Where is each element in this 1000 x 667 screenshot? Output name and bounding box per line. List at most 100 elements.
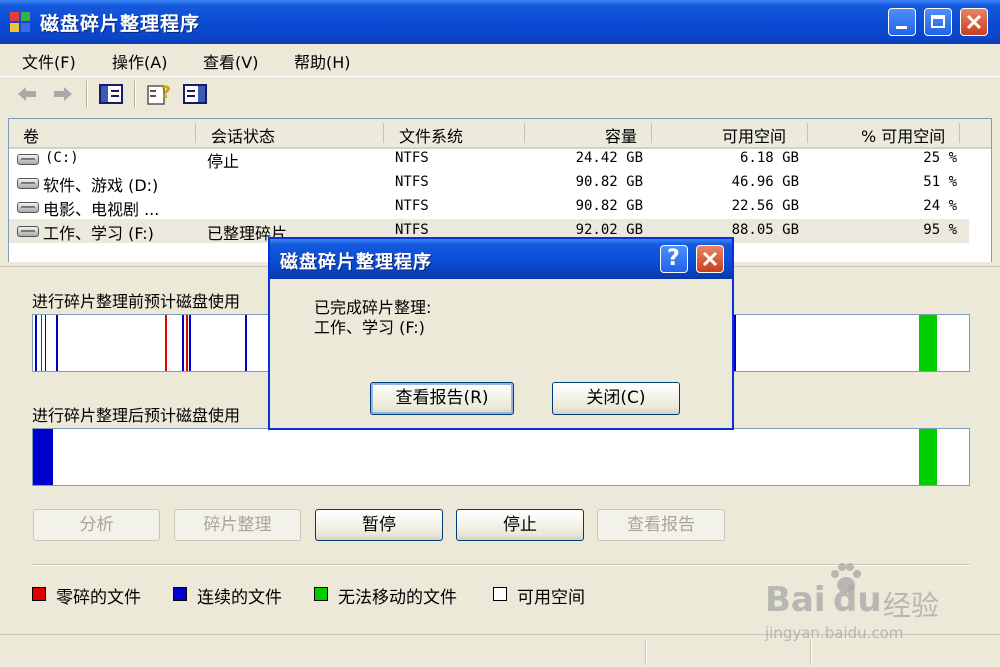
dialog-close-button[interactable] <box>696 245 724 273</box>
defragment-button[interactable]: 碎片整理 <box>174 509 301 541</box>
svg-text:?: ? <box>161 83 171 103</box>
percent-free: 51 % <box>923 174 957 190</box>
help-icon[interactable]: ? <box>146 81 172 107</box>
hard-drive-icon <box>17 154 39 165</box>
stop-button[interactable]: 停止 <box>456 509 584 541</box>
file-system: NTFS <box>395 222 429 238</box>
column-header-file-system[interactable]: 文件系统 <box>399 123 463 147</box>
fragmented-file-mark <box>186 315 188 371</box>
percent-free: 25 % <box>923 150 957 166</box>
column-header-volume[interactable]: 卷 <box>23 123 39 147</box>
hard-drive-icon <box>17 178 39 189</box>
dialog-view-report-button[interactable]: 查看报告(R) <box>370 382 514 415</box>
volume-list-header: 卷 会话状态 文件系统 容量 可用空间 % 可用空间 <box>9 119 991 149</box>
window-title: 磁盘碎片整理程序 <box>40 13 201 35</box>
legend-label-fragmented: 零碎的文件 <box>56 588 141 608</box>
maximize-button[interactable] <box>924 8 952 36</box>
column-header-free-space[interactable]: 可用空间 <box>722 123 786 147</box>
dialog-help-button[interactable]: ? <box>660 245 688 273</box>
toolbar-separator <box>86 81 88 107</box>
volume-name: 电影、电视剧 ... <box>43 200 160 219</box>
status-bar-divider <box>645 639 647 665</box>
percent-free: 24 % <box>923 198 957 214</box>
fragmented-file-mark <box>41 315 42 371</box>
volume-name: 软件、游戏 (D:) <box>43 176 159 195</box>
column-divider[interactable] <box>651 123 652 143</box>
percent-free: 95 % <box>923 222 957 238</box>
free-space: 6.18 GB <box>739 150 799 166</box>
properties-pane-icon[interactable] <box>182 81 208 107</box>
column-divider[interactable] <box>959 123 960 143</box>
legend-swatch-contiguous <box>173 587 187 601</box>
contiguous-file-mark <box>33 429 53 485</box>
legend-label-unmovable: 无法移动的文件 <box>338 588 457 608</box>
contiguous-file-mark <box>182 315 184 371</box>
file-system: NTFS <box>395 198 429 214</box>
free-space: 88.05 GB <box>731 222 799 238</box>
free-space: 22.56 GB <box>731 198 799 214</box>
legend-swatch-unmovable <box>314 587 328 601</box>
column-divider[interactable] <box>195 123 196 143</box>
menu-bar: 文件(F) 操作(A) 查看(V) 帮助(H) <box>0 44 1000 74</box>
column-divider[interactable] <box>383 123 384 143</box>
defrag-window: 磁盘碎片整理程序 文件(F) 操作(A) 查看(V) 帮助(H) ? 卷 会话状… <box>0 0 1000 667</box>
before-map-label: 进行碎片整理前预计磁盘使用 <box>32 292 241 311</box>
watermark-brand-2: du <box>833 580 882 620</box>
back-arrow-icon[interactable] <box>14 81 40 107</box>
contiguous-file-mark <box>189 315 191 371</box>
volume-name: 工作、学习 (F:) <box>43 224 154 243</box>
question-mark-icon: ? <box>667 246 680 271</box>
capacity: 24.42 GB <box>575 150 643 166</box>
column-header-capacity[interactable]: 容量 <box>605 123 637 147</box>
volume-row-e[interactable]: 电影、电视剧 ... NTFS 90.82 GB 22.56 GB 24 % <box>9 195 969 219</box>
forward-arrow-icon[interactable] <box>50 81 76 107</box>
defrag-complete-dialog: 磁盘碎片整理程序 ? 已完成碎片整理: 工作、学习 (F:) 查看报告(R) 关… <box>268 237 734 430</box>
title-bar[interactable]: 磁盘碎片整理程序 <box>0 0 1000 44</box>
view-report-button[interactable]: 查看报告 <box>597 509 725 541</box>
legend-swatch-fragmented <box>32 587 46 601</box>
hard-drive-icon <box>17 226 39 237</box>
unmovable-file-mark <box>919 429 937 485</box>
column-header-session-status[interactable]: 会话状态 <box>211 123 275 147</box>
dialog-close-action-button[interactable]: 关闭(C) <box>552 382 680 415</box>
column-divider[interactable] <box>524 123 525 143</box>
defrag-app-icon <box>10 12 30 32</box>
column-header-percent-free[interactable]: % 可用空间 <box>861 123 945 147</box>
contiguous-file-mark <box>734 315 736 371</box>
menu-action[interactable]: 操作(A) <box>112 49 167 73</box>
volume-row-d[interactable]: 软件、游戏 (D:) NTFS 90.82 GB 46.96 GB 51 % <box>9 171 969 195</box>
contiguous-file-mark <box>35 315 37 371</box>
analyze-button[interactable]: 分析 <box>33 509 160 541</box>
capacity: 90.82 GB <box>575 198 643 214</box>
menu-help[interactable]: 帮助(H) <box>294 49 351 73</box>
dialog-message-line2: 工作、学习 (F:) <box>314 318 425 337</box>
watermark-suffix: 经验 <box>883 589 940 622</box>
menu-view[interactable]: 查看(V) <box>203 49 258 73</box>
file-system: NTFS <box>395 174 429 190</box>
after-map-label: 进行碎片整理后预计磁盘使用 <box>32 406 241 425</box>
show-hide-console-tree-icon[interactable] <box>98 81 124 107</box>
unmovable-file-mark <box>919 315 937 371</box>
minimize-icon <box>896 26 907 29</box>
maximize-icon <box>931 15 945 28</box>
fragmented-file-mark <box>165 315 167 371</box>
contiguous-file-mark <box>45 315 46 371</box>
legend-label-free-space: 可用空间 <box>517 588 585 608</box>
baidu-jingyan-watermark: Bai du 经验 jingyan.baidu.com <box>763 558 963 648</box>
toolbar-separator <box>134 81 136 107</box>
close-icon <box>702 251 718 267</box>
capacity: 92.02 GB <box>575 222 643 238</box>
toolbar: ? <box>0 76 1000 111</box>
watermark-brand: Bai <box>765 580 826 620</box>
dialog-title-bar[interactable]: 磁盘碎片整理程序 ? <box>270 239 732 279</box>
dialog-title: 磁盘碎片整理程序 <box>280 252 432 273</box>
column-divider[interactable] <box>807 123 808 143</box>
close-icon <box>966 14 982 30</box>
close-button[interactable] <box>960 8 988 36</box>
menu-file[interactable]: 文件(F) <box>22 49 76 73</box>
pause-button[interactable]: 暂停 <box>315 509 443 541</box>
minimize-button[interactable] <box>888 8 916 36</box>
volume-row-c[interactable]: (C:) 停止 NTFS 24.42 GB 6.18 GB 25 % <box>9 147 969 171</box>
volume-name: (C:) <box>45 150 79 166</box>
hard-drive-icon <box>17 202 39 213</box>
